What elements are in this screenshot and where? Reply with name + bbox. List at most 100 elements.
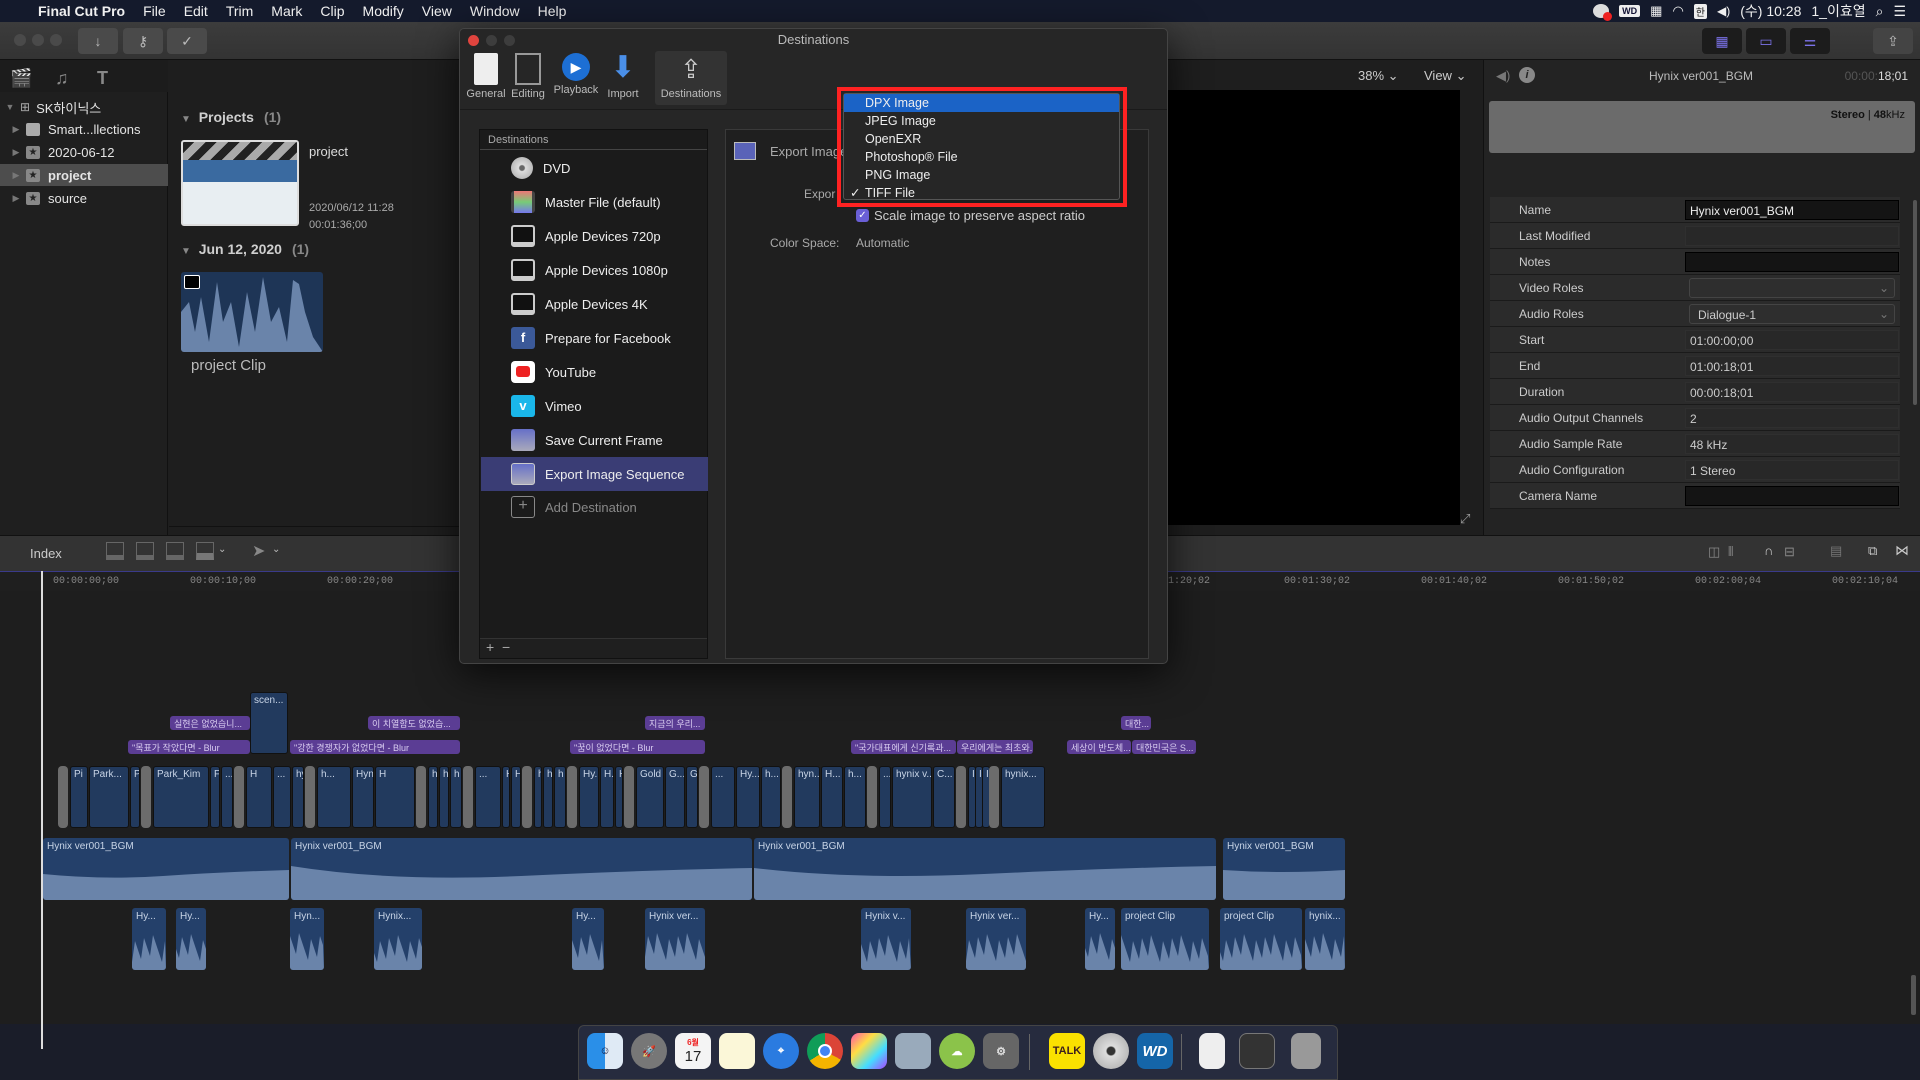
show-browser-button[interactable]: ▦: [1702, 28, 1742, 54]
gap-clip[interactable]: [305, 766, 315, 828]
video-clip[interactable]: H: [502, 766, 510, 828]
viewer-canvas[interactable]: [1160, 90, 1460, 525]
video-clip[interactable]: Park...: [89, 766, 129, 828]
audio-clip[interactable]: Hy...: [1085, 908, 1115, 970]
show-inspector-button[interactable]: ⚌: [1790, 28, 1830, 54]
zoom-level-dropdown[interactable]: 38% ⌄: [1358, 68, 1399, 84]
dialog-close-button[interactable]: [468, 35, 479, 46]
title-clip[interactable]: "강한 경쟁자가 없었다면 - Blur: [290, 740, 460, 754]
bgm-clip[interactable]: Hynix ver001_BGM: [291, 838, 752, 900]
sidebar-item-project[interactable]: ▶ ★ project: [0, 164, 168, 186]
bgm-clip[interactable]: Hynix ver001_BGM: [754, 838, 1216, 900]
import-button[interactable]: ↓: [78, 28, 118, 54]
destination-item[interactable]: Master File (default): [481, 185, 708, 219]
zoom-window-button[interactable]: [50, 34, 62, 46]
titles-generators-icon[interactable]: T: [97, 68, 108, 89]
bgm-clip[interactable]: Hynix ver001_BGM: [43, 838, 289, 900]
audio-inspector-icon[interactable]: ◀): [1496, 68, 1510, 84]
video-clip[interactable]: ...: [711, 766, 735, 828]
disclosure-icon[interactable]: ▶: [6, 124, 26, 135]
dialog-minimize-button[interactable]: [486, 35, 497, 46]
sidebar-item-smart-collections[interactable]: ▶ Smart...llections: [0, 118, 168, 140]
clip-appearance-icon[interactable]: ▤: [1830, 543, 1842, 559]
library-root[interactable]: ▼ ⊞ SK하이닉스: [0, 96, 168, 118]
title-clip[interactable]: "국가대표에게 신기록과...: [851, 740, 956, 754]
video-clip[interactable]: F: [210, 766, 220, 828]
video-clip[interactable]: h...: [761, 766, 781, 828]
title-clip[interactable]: 우리에게는 최초와...: [957, 740, 1033, 754]
audio-clip[interactable]: Hynix v...: [861, 908, 911, 970]
video-skimming-icon[interactable]: ◫: [1708, 544, 1720, 560]
project-thumbnail[interactable]: [181, 140, 299, 226]
search-icon[interactable]: ⌕: [1876, 3, 1884, 20]
destination-item[interactable]: DVD: [481, 151, 708, 185]
clip-thumbnail[interactable]: [181, 272, 323, 352]
dock-document-2[interactable]: [1239, 1033, 1275, 1069]
video-clip[interactable]: H...: [600, 766, 614, 828]
effects-browser-icon[interactable]: ⋈: [1895, 542, 1909, 559]
video-clip[interactable]: Gold: [636, 766, 664, 828]
title-clip[interactable]: 세상이 반도체...: [1067, 740, 1131, 754]
disclosure-open-icon[interactable]: ▼: [181, 114, 191, 125]
app-menu[interactable]: Final Cut Pro: [29, 3, 134, 19]
audio-clip[interactable]: Hy...: [176, 908, 206, 970]
video-clip[interactable]: Hy...: [736, 766, 760, 828]
dialog-zoom-button[interactable]: [504, 35, 515, 46]
video-clip[interactable]: Hynix...: [352, 766, 374, 828]
scale-image-label[interactable]: Scale image to preserve aspect ratio: [874, 208, 1085, 223]
destination-item[interactable]: f Prepare for Facebook: [481, 321, 708, 355]
title-clip[interactable]: 지금의 우리...: [645, 716, 705, 730]
video-clip[interactable]: H...: [821, 766, 843, 828]
timeline-index-button[interactable]: Index: [30, 546, 62, 561]
video-clip[interactable]: G...: [665, 766, 685, 828]
video-clip[interactable]: h...: [317, 766, 351, 828]
gap-clip[interactable]: [989, 766, 999, 828]
show-timeline-button[interactable]: ▭: [1746, 28, 1786, 54]
audio-clip[interactable]: Hynix ver...: [966, 908, 1026, 970]
dock-cloud-app[interactable]: ☁: [939, 1033, 975, 1069]
menu-view[interactable]: View: [413, 3, 461, 19]
video-clip[interactable]: G: [686, 766, 698, 828]
dock-wd[interactable]: WD: [1137, 1033, 1173, 1069]
video-clip[interactable]: ...: [221, 766, 233, 828]
remove-destination-button[interactable]: −: [502, 639, 510, 655]
video-clip[interactable]: h...: [439, 766, 449, 828]
gap-clip[interactable]: [782, 766, 792, 828]
name-field[interactable]: Hynix ver001_BGM: [1685, 200, 1899, 220]
title-clip[interactable]: 이 치열함도 없었습...: [368, 716, 460, 730]
clock[interactable]: (수) 10:28: [1740, 1, 1801, 21]
notification-icon[interactable]: [1593, 4, 1613, 21]
volume-icon[interactable]: ◀): [1717, 4, 1730, 18]
video-clip[interactable]: hynix...: [1001, 766, 1045, 828]
dock-system-preferences[interactable]: ⚙: [983, 1033, 1019, 1069]
scene-clip[interactable]: scen...: [250, 692, 288, 754]
insert-clip-icon[interactable]: [136, 542, 154, 560]
video-clip[interactable]: h...: [844, 766, 866, 828]
timeline-scrollbar[interactable]: [1911, 975, 1916, 1015]
title-clip[interactable]: 대한민국은 S...: [1132, 740, 1196, 754]
video-clip[interactable]: ...: [475, 766, 501, 828]
tab-editing[interactable]: Editing: [510, 51, 546, 105]
video-clip[interactable]: ...: [273, 766, 291, 828]
sidebar-item-2020-06-12[interactable]: ▶ ★ 2020-06-12: [0, 141, 168, 163]
destination-item[interactable]: Apple Devices 1080p: [481, 253, 708, 287]
dock-kakaotalk[interactable]: TALK: [1049, 1033, 1085, 1069]
gap-clip[interactable]: [58, 766, 68, 828]
export-image-title[interactable]: Export Image: [770, 144, 847, 159]
group-header-date[interactable]: ▼ Jun 12, 2020 (1): [181, 241, 309, 257]
dock-document-1[interactable]: [1199, 1033, 1225, 1069]
share-button[interactable]: ⇪: [1873, 28, 1913, 54]
video-clip[interactable]: Pi: [130, 766, 140, 828]
menu-help[interactable]: Help: [529, 3, 576, 19]
add-destination-button[interactable]: +: [486, 639, 494, 655]
sidebar-item-source[interactable]: ▶ ★ source: [0, 187, 168, 209]
video-clip[interactable]: ...: [879, 766, 891, 828]
audio-clip[interactable]: Hynix ver...: [645, 908, 705, 970]
notes-field[interactable]: [1685, 252, 1899, 272]
chevron-down-icon[interactable]: ⌄: [272, 544, 280, 555]
disclosure-open-icon[interactable]: ▼: [0, 102, 20, 112]
audio-skimming-icon[interactable]: ⫴: [1728, 544, 1733, 560]
video-clip[interactable]: hy: [428, 766, 438, 828]
wd-icon[interactable]: WD: [1619, 5, 1641, 17]
title-clip[interactable]: "꿈이 없었다면 - Blur: [570, 740, 705, 754]
